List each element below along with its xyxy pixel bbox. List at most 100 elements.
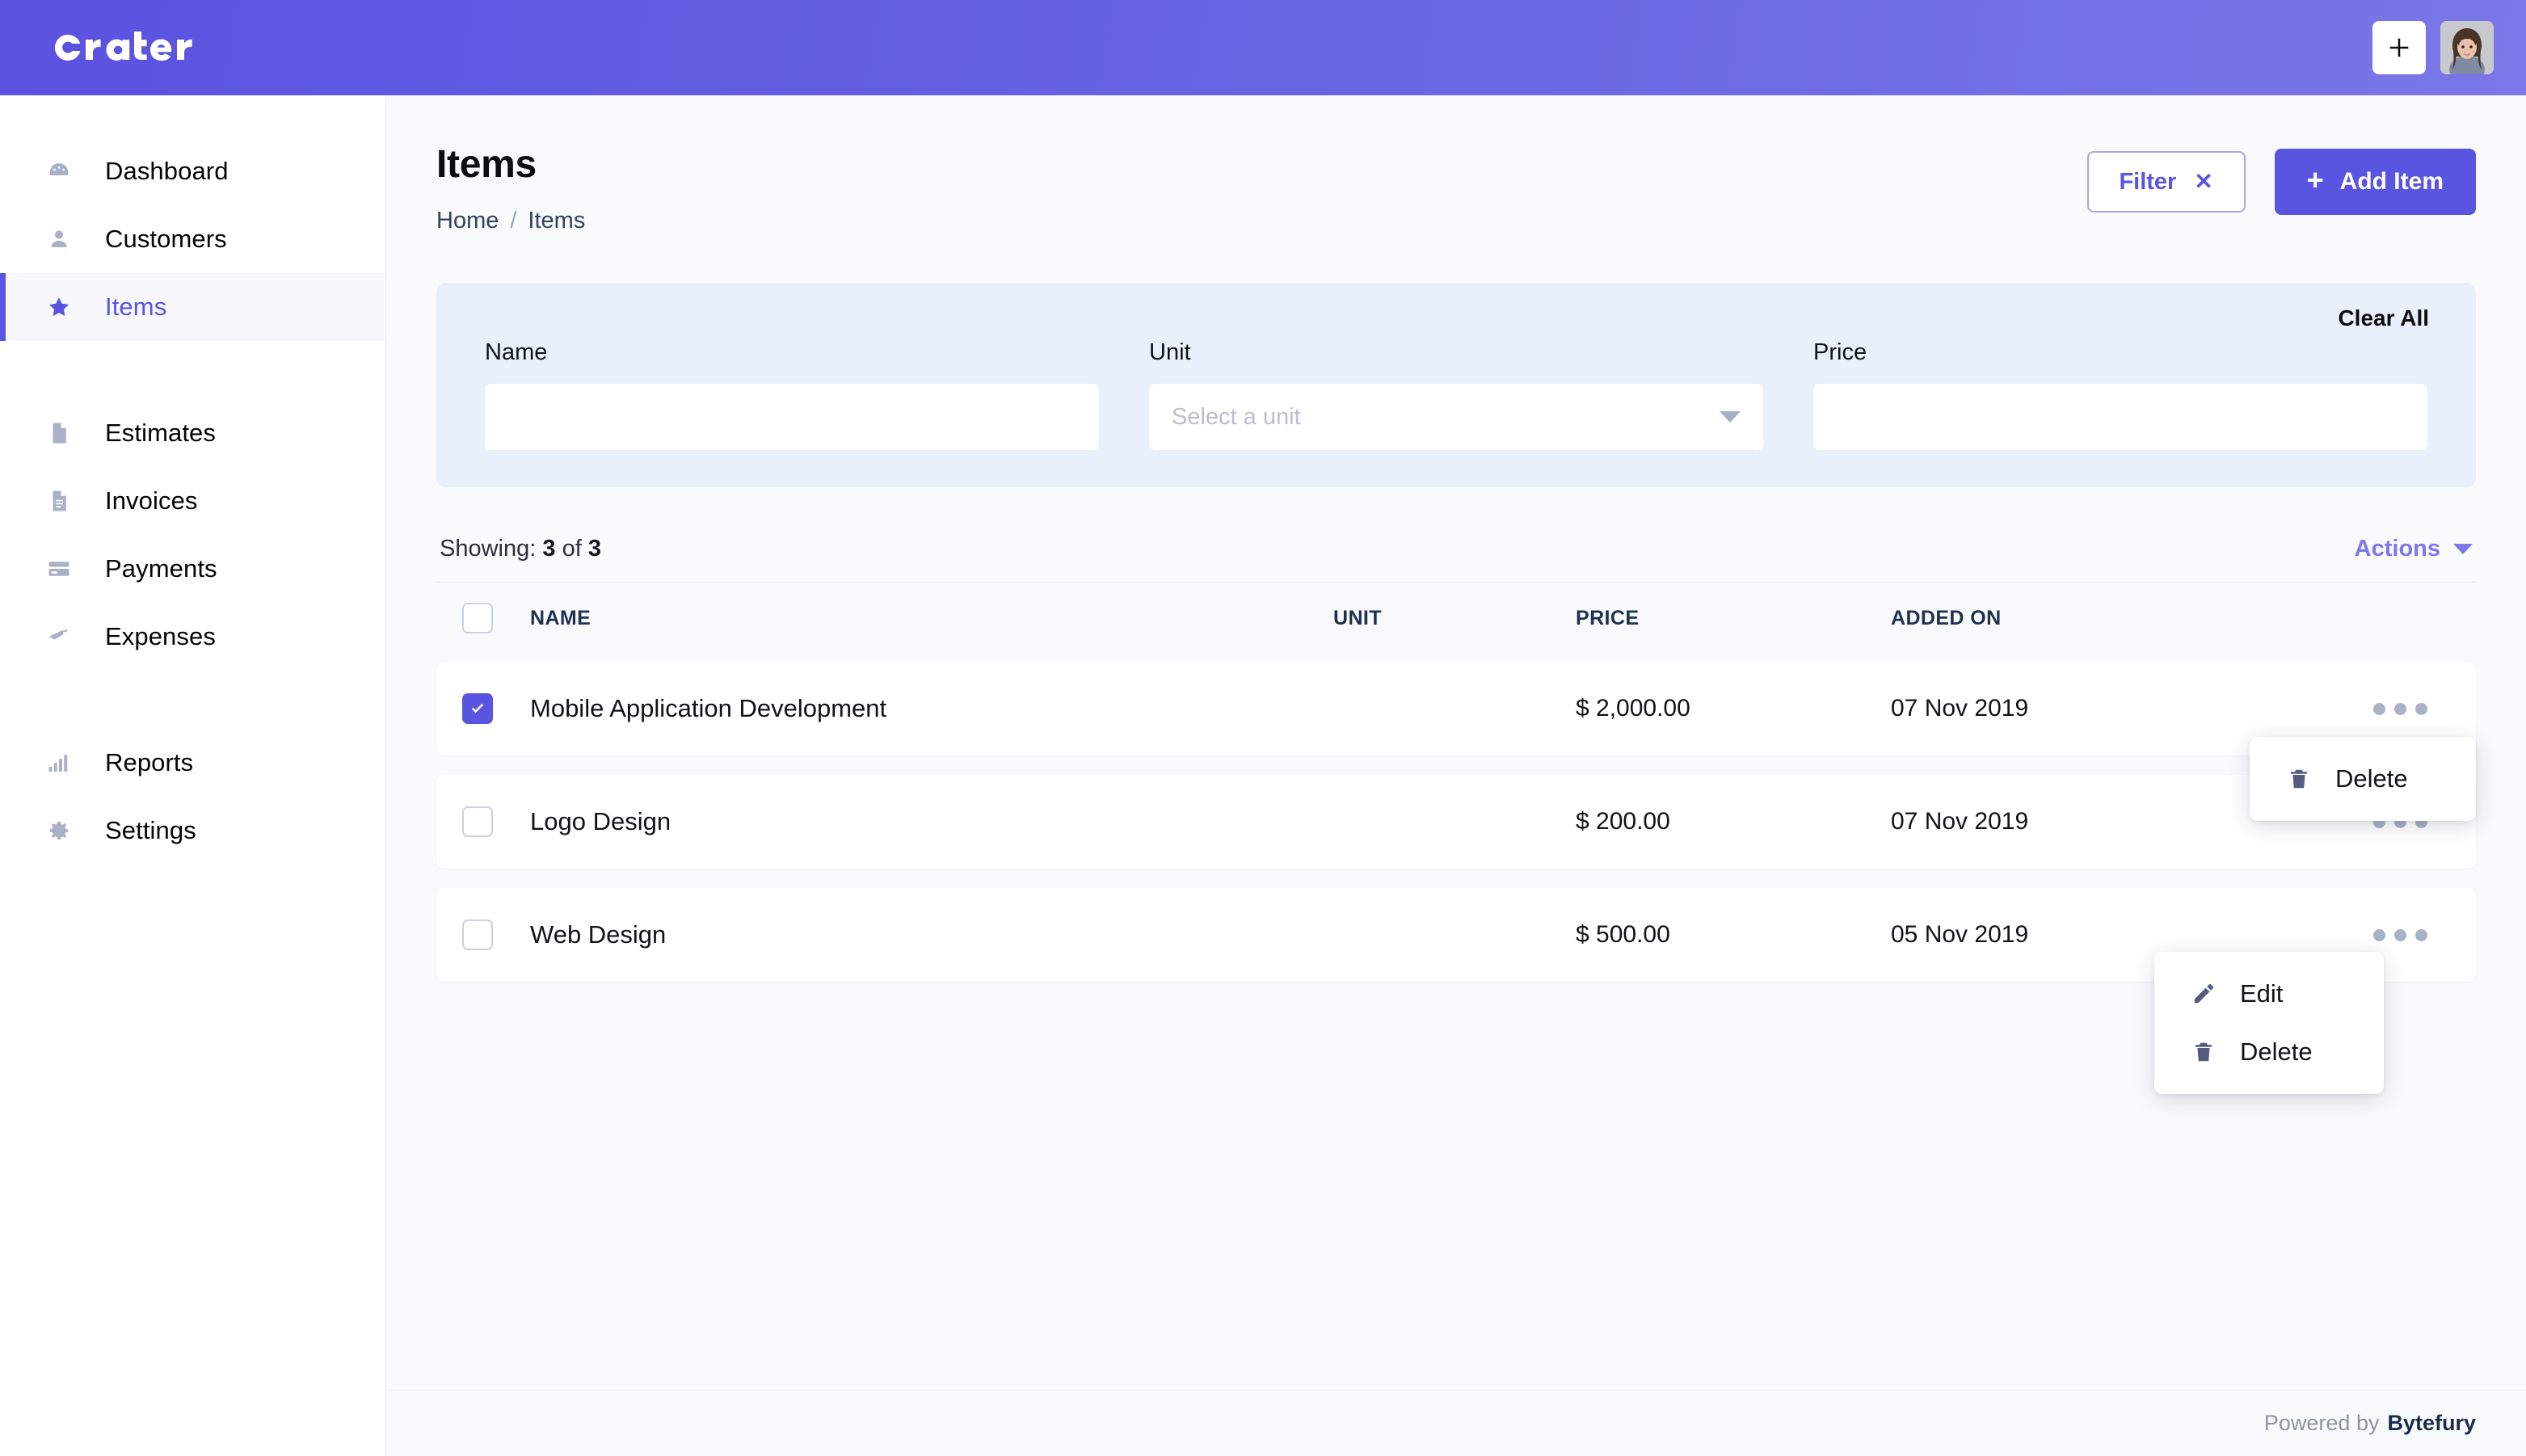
showing-prefix: Showing:: [440, 536, 537, 562]
list-meta: Showing: 3 of 3 Actions: [436, 536, 2476, 583]
table-header-unit: UNIT: [1333, 606, 1382, 629]
footer-brand[interactable]: Bytefury: [2387, 1411, 2476, 1436]
filter-price-input[interactable]: [1813, 384, 2427, 450]
showing-of: of: [562, 536, 582, 562]
chevron-down-icon: [1720, 411, 1741, 423]
row-more-icon[interactable]: [2372, 928, 2427, 941]
select-all-checkbox[interactable]: [462, 603, 493, 633]
filter-unit-select[interactable]: Select a unit: [1149, 384, 1763, 450]
main-inner: Items Home / Items Filter ✕ + Add Item C…: [386, 95, 2526, 1390]
row-added-on: 05 Nov 2019: [1891, 921, 2029, 948]
sidebar-divider-2: [0, 671, 385, 729]
dashboard-icon: [47, 159, 82, 183]
row-select-cell: [440, 919, 530, 950]
sidebar-item-estimates[interactable]: Estimates: [0, 399, 385, 467]
row-added-on: 07 Nov 2019: [1891, 695, 2029, 722]
filter-field-unit: Unit Select a unit: [1149, 339, 1763, 450]
row-checkbox[interactable]: [462, 919, 493, 950]
showing-count: Showing: 3 of 3: [440, 536, 601, 562]
close-icon[interactable]: ✕: [2194, 170, 2212, 193]
avatar[interactable]: [2440, 21, 2494, 74]
top-bar: [0, 0, 2526, 95]
showing-total: 3: [587, 536, 601, 562]
page-title: Items: [436, 143, 537, 186]
row-price: $ 200.00: [1576, 808, 1670, 835]
add-new-button[interactable]: [2372, 21, 2426, 74]
footer-prefix: Powered by: [2263, 1411, 2380, 1435]
crater-logo[interactable]: [48, 23, 234, 72]
sidebar-item-expenses[interactable]: Expenses: [0, 603, 385, 671]
sidebar-item-reports[interactable]: Reports: [0, 729, 385, 797]
app-root: Dashboard Customers Items Estimates Invo…: [0, 0, 2526, 1456]
body: Dashboard Customers Items Estimates Invo…: [0, 95, 2526, 1456]
sidebar-item-dashboard[interactable]: Dashboard: [0, 137, 385, 205]
chevron-down-icon: [2453, 544, 2473, 554]
table-header-select-all: [440, 603, 530, 633]
sidebar-item-label: Customers: [105, 225, 227, 253]
filter-field-price: Price: [1813, 339, 2427, 450]
sidebar-item-items[interactable]: Items: [0, 273, 385, 341]
breadcrumb-home[interactable]: Home: [436, 208, 499, 234]
breadcrumb: Home / Items: [436, 208, 585, 234]
sidebar-divider-1: [0, 341, 385, 399]
sidebar-item-settings[interactable]: Settings: [0, 797, 385, 865]
row-more-icon[interactable]: [2372, 702, 2427, 715]
table-row[interactable]: Mobile Application Development $ 2,000.0…: [436, 662, 2476, 755]
user-icon: [47, 227, 82, 251]
sidebar-group-admin: Reports Settings: [0, 729, 385, 865]
add-item-button-label: Add Item: [2339, 168, 2444, 195]
row-price: $ 2,000.00: [1576, 695, 1690, 722]
row-menu-item-edit[interactable]: Edit: [2154, 965, 2384, 1023]
actions-menu-item-delete[interactable]: Delete: [2250, 750, 2476, 808]
gear-icon: [47, 818, 82, 843]
row-name: Web Design: [530, 920, 667, 949]
actions-dropdown-label: Actions: [2354, 536, 2440, 562]
row-select-cell: [440, 806, 530, 837]
row-checkbox[interactable]: [462, 806, 493, 837]
row-menu-item-label: Delete: [2240, 1037, 2313, 1066]
footer: Powered by Bytefury: [386, 1390, 2526, 1456]
invoice-icon: [47, 489, 82, 513]
filter-name-input[interactable]: [485, 384, 1099, 450]
filter-label-unit: Unit: [1149, 339, 1191, 365]
sidebar-group-billing: Estimates Invoices Payments Expenses: [0, 399, 385, 671]
trash-icon: [2285, 767, 2313, 791]
bar-chart-icon: [47, 751, 82, 775]
row-actions-cell: [2327, 928, 2473, 941]
filter-button-label: Filter: [2119, 168, 2177, 195]
sidebar-item-label: Payments: [105, 554, 217, 583]
filter-button[interactable]: Filter ✕: [2086, 151, 2246, 213]
table-row[interactable]: Logo Design $ 200.00 07 Nov 2019: [436, 775, 2476, 869]
sidebar-item-label: Items: [105, 292, 167, 321]
clear-all-button[interactable]: Clear All: [2338, 305, 2429, 331]
credit-card-icon: [47, 557, 82, 581]
page-header: Items Home / Items Filter ✕ + Add Item: [436, 142, 2476, 234]
sidebar-item-label: Estimates: [105, 419, 216, 447]
actions-dropdown-button[interactable]: Actions: [2355, 536, 2473, 562]
avatar-photo: [2440, 21, 2494, 74]
sidebar-item-payments[interactable]: Payments: [0, 535, 385, 603]
sidebar-item-customers[interactable]: Customers: [0, 205, 385, 273]
main-content: Items Home / Items Filter ✕ + Add Item C…: [386, 95, 2526, 1456]
row-actions-cell: [2327, 702, 2473, 715]
add-item-button[interactable]: + Add Item: [2274, 149, 2476, 215]
row-menu-item-label: Edit: [2240, 979, 2284, 1008]
filter-fields: Name Unit Select a unit Price: [485, 339, 2427, 450]
sidebar-item-label: Settings: [105, 816, 196, 844]
table-header-added-on: ADDED ON: [1891, 606, 2002, 629]
filter-label-name: Name: [485, 339, 548, 365]
page-header-left: Items Home / Items: [436, 142, 585, 234]
sidebar-item-label: Invoices: [105, 486, 198, 515]
sidebar-item-invoices[interactable]: Invoices: [0, 467, 385, 535]
star-icon: [47, 295, 82, 319]
row-menu-item-delete[interactable]: Delete: [2154, 1023, 2384, 1081]
row-checkbox[interactable]: [462, 693, 493, 724]
filter-panel: Clear All Name Unit Select a unit Price: [436, 283, 2476, 487]
breadcrumb-separator: /: [510, 208, 517, 234]
sidebar-item-label: Reports: [105, 748, 194, 776]
check-icon: [471, 703, 484, 713]
page-header-actions: Filter ✕ + Add Item: [2086, 142, 2476, 215]
plus-icon: [2389, 38, 2409, 57]
trash-icon: [2190, 1040, 2217, 1064]
showing-current: 3: [542, 536, 556, 562]
